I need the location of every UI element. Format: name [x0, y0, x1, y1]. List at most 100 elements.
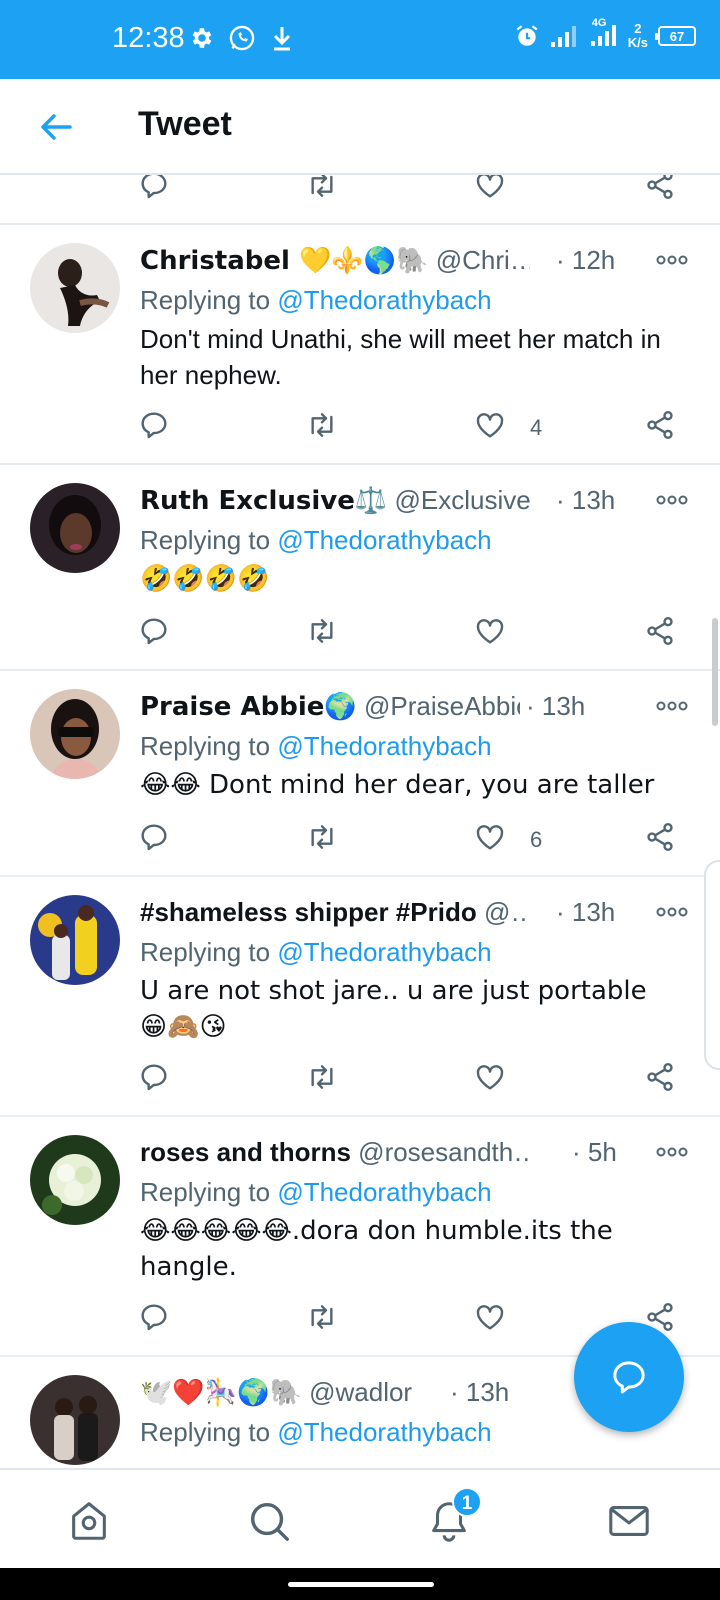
share-button[interactable]	[644, 821, 680, 857]
replying-to: Replying to @Thedorathybach	[140, 523, 492, 557]
retweet-button[interactable]	[306, 409, 342, 445]
tweet-text: Don't mind Unathi, she will meet her mat…	[140, 324, 661, 390]
avatar[interactable]	[30, 689, 120, 779]
whatsapp-icon	[229, 25, 255, 51]
replying-to: Replying to @Thedorathybach	[140, 935, 492, 969]
more-icon	[656, 907, 688, 917]
status-time: 12:38	[112, 22, 185, 54]
user-name[interactable]: 🕊️❤️🎠🌍🐘	[140, 1378, 302, 1408]
signal-icon	[550, 26, 576, 47]
like-button[interactable]	[474, 409, 510, 445]
reply-icon	[141, 1304, 167, 1331]
heart-icon	[476, 175, 504, 198]
user-name[interactable]: Ruth Exclusive⚖️	[140, 486, 387, 516]
reply-icon	[141, 412, 167, 439]
user-handle: @…	[483, 897, 530, 927]
tweet-actions	[0, 615, 720, 655]
heart-icon	[476, 413, 504, 438]
retweet-button[interactable]	[306, 821, 342, 857]
edge-panel-handle[interactable]	[704, 860, 720, 1070]
retweet-button[interactable]	[306, 1301, 342, 1337]
share-button[interactable]	[644, 175, 680, 205]
retweet-button[interactable]	[306, 175, 342, 205]
gear-icon	[192, 28, 212, 48]
reply-button[interactable]	[138, 175, 174, 205]
user-name[interactable]: roses and thorns	[140, 1137, 351, 1167]
avatar[interactable]	[30, 483, 120, 573]
share-button[interactable]	[644, 615, 680, 651]
replying-to-label: Replying to	[140, 285, 271, 315]
mention-link[interactable]: @Thedorathybach	[277, 937, 491, 967]
reply-feed[interactable]: Christabel 💛⚜️🌎🐘 @Chri… · 12h Replying t…	[0, 175, 720, 1465]
more-options-button[interactable]	[655, 1145, 689, 1165]
like-button[interactable]	[474, 175, 510, 205]
back-button[interactable]	[38, 109, 78, 145]
more-options-button[interactable]	[655, 905, 689, 925]
reply-button[interactable]	[138, 1061, 174, 1097]
user-name[interactable]: Christabel 💛⚜️🌎🐘	[140, 246, 428, 276]
back-arrow-icon	[41, 114, 72, 140]
share-icon	[647, 617, 673, 645]
home-gesture-bar[interactable]	[288, 1582, 434, 1587]
tweet-header: roses and thorns @rosesandth…	[140, 1135, 530, 1169]
like-button[interactable]	[474, 821, 510, 857]
avatar[interactable]	[30, 243, 120, 333]
more-options-button[interactable]	[655, 699, 689, 719]
reply-tweet[interactable]: #shameless shipper #Prido @… · 13h Reply…	[0, 875, 720, 1115]
retweet-button[interactable]	[306, 1061, 342, 1097]
mention-link[interactable]: @Thedorathybach	[277, 731, 491, 761]
tweet-text: 🤣🤣🤣🤣	[140, 564, 270, 594]
like-button[interactable]	[474, 1061, 510, 1097]
user-handle: @PraiseAbbie	[364, 691, 520, 721]
mention-link[interactable]: @Thedorathybach	[277, 285, 491, 315]
tweet-header: #shameless shipper #Prido @…	[140, 895, 530, 929]
bottom-navigation: 1	[0, 1468, 720, 1568]
replying-to: Replying to @Thedorathybach	[140, 283, 492, 317]
mention-link[interactable]: @Thedorathybach	[277, 1177, 491, 1207]
reply-tweet[interactable]: Praise Abbie🌍 @PraiseAbbie · 13h Replyin…	[0, 669, 720, 875]
nav-home[interactable]	[66, 1498, 112, 1544]
replying-to-label: Replying to	[140, 1417, 271, 1447]
retweet-icon	[311, 413, 333, 437]
more-options-button[interactable]	[655, 253, 689, 273]
reply-button[interactable]	[138, 1301, 174, 1337]
user-handle: @wadlor	[309, 1377, 413, 1407]
reply-icon	[141, 175, 167, 199]
like-button[interactable]	[474, 1301, 510, 1337]
more-options-button[interactable]	[655, 493, 689, 513]
tweet-time: · 13h	[526, 691, 586, 721]
mention-link[interactable]: @Thedorathybach	[277, 525, 491, 555]
avatar[interactable]	[30, 1375, 120, 1465]
user-name[interactable]: #shameless shipper #Prido	[140, 897, 477, 927]
share-icon	[647, 823, 673, 851]
tweet-time: · 13h	[556, 485, 616, 515]
tweet-time: · 13h	[556, 897, 616, 927]
share-button[interactable]	[644, 1061, 680, 1097]
like-count: 4	[530, 415, 543, 440]
system-nav-bar	[0, 1568, 720, 1600]
status-bar: 12:38 4G 2 K/s 67	[0, 0, 720, 79]
replying-to: Replying to @Thedorathybach	[140, 729, 492, 763]
compose-reply-button[interactable]	[574, 1322, 684, 1432]
reply-tweet[interactable]: roses and thorns @rosesandth… · 5h Reply…	[0, 1115, 720, 1355]
reply-tweet[interactable]: Christabel 💛⚜️🌎🐘 @Chri… · 12h Replying t…	[0, 223, 720, 463]
reply-button[interactable]	[138, 409, 174, 445]
mail-icon	[609, 1506, 649, 1536]
replying-to-label: Replying to	[140, 731, 271, 761]
retweet-icon	[311, 825, 333, 849]
reply-button[interactable]	[138, 615, 174, 651]
reply-button[interactable]	[138, 821, 174, 857]
user-name[interactable]: Praise Abbie🌍	[140, 692, 357, 722]
mention-link[interactable]: @Thedorathybach	[277, 1417, 491, 1447]
nav-search[interactable]	[246, 1498, 292, 1544]
retweet-button[interactable]	[306, 615, 342, 651]
like-button[interactable]	[474, 615, 510, 651]
nav-messages[interactable]	[606, 1498, 652, 1544]
search-icon	[250, 1502, 289, 1541]
avatar[interactable]	[30, 1135, 120, 1225]
share-button[interactable]	[644, 409, 680, 445]
heart-icon	[476, 1065, 504, 1090]
avatar[interactable]	[30, 895, 120, 985]
scrollbar[interactable]	[712, 618, 718, 726]
reply-tweet[interactable]: Ruth Exclusive⚖️ @Exclusive… · 13h Reply…	[0, 463, 720, 669]
